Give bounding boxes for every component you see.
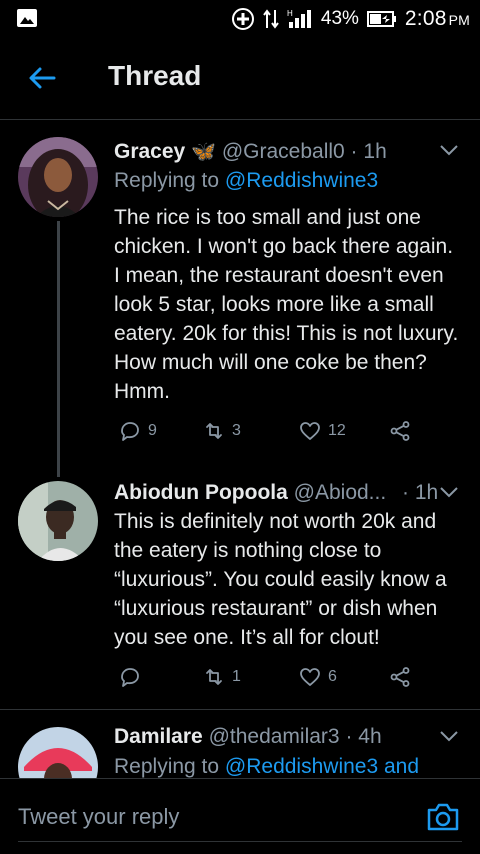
- header: Thread: [0, 38, 480, 120]
- like-button[interactable]: 12: [298, 419, 346, 443]
- reply-button[interactable]: 9: [118, 419, 157, 443]
- signal-icon: H: [287, 9, 311, 28]
- gallery-icon: [17, 9, 37, 27]
- chevron-down-icon[interactable]: [438, 139, 460, 161]
- user-handle[interactable]: @thedamilar3: [209, 725, 340, 748]
- avatar[interactable]: [18, 137, 98, 217]
- replying-to: Replying to @Reddishwine3 and: [114, 755, 420, 778]
- tweet-gracey[interactable]: Gracey 🦋 @Graceball0 · 1h Replying to @R…: [0, 121, 480, 477]
- display-name[interactable]: Damilare: [114, 725, 203, 748]
- reply-input[interactable]: [18, 799, 408, 835]
- like-button[interactable]: 6: [298, 665, 337, 689]
- replying-to: Replying to @Reddishwine3: [114, 169, 379, 192]
- reply-count: 9: [148, 422, 157, 439]
- tweet-actions: 9 3 12: [114, 419, 444, 449]
- tweet-actions: 1 6: [114, 665, 444, 695]
- user-handle[interactable]: @Graceball0: [222, 140, 345, 163]
- chevron-down-icon[interactable]: [438, 725, 460, 747]
- retweet-icon: [206, 423, 222, 439]
- tweet-text: The rice is too small and just one chick…: [114, 206, 459, 403]
- display-name[interactable]: Gracey: [114, 140, 185, 163]
- tweet-abiodun[interactable]: Abiodun Popoola @Abiod... · 1h This is d…: [0, 465, 480, 711]
- data-transfer-icon: [263, 9, 279, 29]
- tweet-header: Abiodun Popoola @Abiod... · 1h: [114, 481, 439, 504]
- retweet-count: 1: [232, 668, 241, 685]
- camera-icon[interactable]: [426, 801, 460, 833]
- divider: [0, 709, 480, 710]
- data-saver-icon: [231, 8, 254, 30]
- user-handle[interactable]: @Abiod...: [294, 481, 387, 504]
- butterfly-emoji: 🦋: [191, 141, 216, 163]
- chevron-down-icon[interactable]: [438, 481, 460, 503]
- reply-icon: [121, 668, 139, 687]
- display-name[interactable]: Abiodun Popoola: [114, 481, 288, 504]
- thread-connector: [57, 221, 60, 477]
- arrow-left-icon[interactable]: [26, 62, 58, 94]
- reply-to-link[interactable]: @Reddishwine3 and: [225, 755, 419, 778]
- retweet-icon: [206, 669, 222, 685]
- reply-to-link[interactable]: @Reddishwine3: [225, 169, 378, 192]
- reply-input-underline: [18, 841, 462, 842]
- page-title: Thread: [108, 60, 202, 91]
- retweet-button[interactable]: 1: [202, 665, 241, 689]
- like-count: 6: [328, 668, 337, 685]
- share-button[interactable]: [388, 665, 412, 689]
- status-bar: H 43% 2:08 PM: [0, 0, 480, 38]
- thread-list[interactable]: Gracey 🦋 @Graceball0 · 1h Replying to @R…: [0, 121, 480, 778]
- reply-icon: [121, 422, 139, 441]
- heart-icon: [300, 668, 320, 686]
- timestamp: 4h: [358, 725, 382, 748]
- share-button[interactable]: [388, 419, 412, 443]
- tweet-header: Damilare @thedamilar3 · 4h: [114, 725, 382, 748]
- battery-icon: [366, 11, 396, 27]
- svg-text:H: H: [287, 9, 293, 18]
- reply-button[interactable]: [118, 665, 148, 689]
- retweet-button[interactable]: 3: [202, 419, 241, 443]
- timestamp: 1h: [414, 481, 439, 504]
- avatar[interactable]: [18, 481, 98, 561]
- heart-icon: [300, 422, 320, 440]
- reply-bar: [0, 778, 480, 854]
- retweet-count: 3: [232, 422, 241, 439]
- clock: 2:08 PM: [404, 7, 470, 30]
- battery-percentage: 43%: [320, 8, 359, 29]
- tweet-text: This is definitely not worth 20k and the…: [114, 510, 447, 649]
- like-count: 12: [328, 422, 346, 439]
- share-icon: [390, 421, 410, 441]
- share-icon: [390, 667, 410, 687]
- avatar[interactable]: [18, 727, 98, 778]
- tweet-damilare[interactable]: Damilare @thedamilar3 · 4h Replying to @…: [0, 711, 480, 778]
- tweet-header: Gracey 🦋 @Graceball0 · 1h: [114, 140, 387, 163]
- timestamp: 1h: [363, 140, 387, 163]
